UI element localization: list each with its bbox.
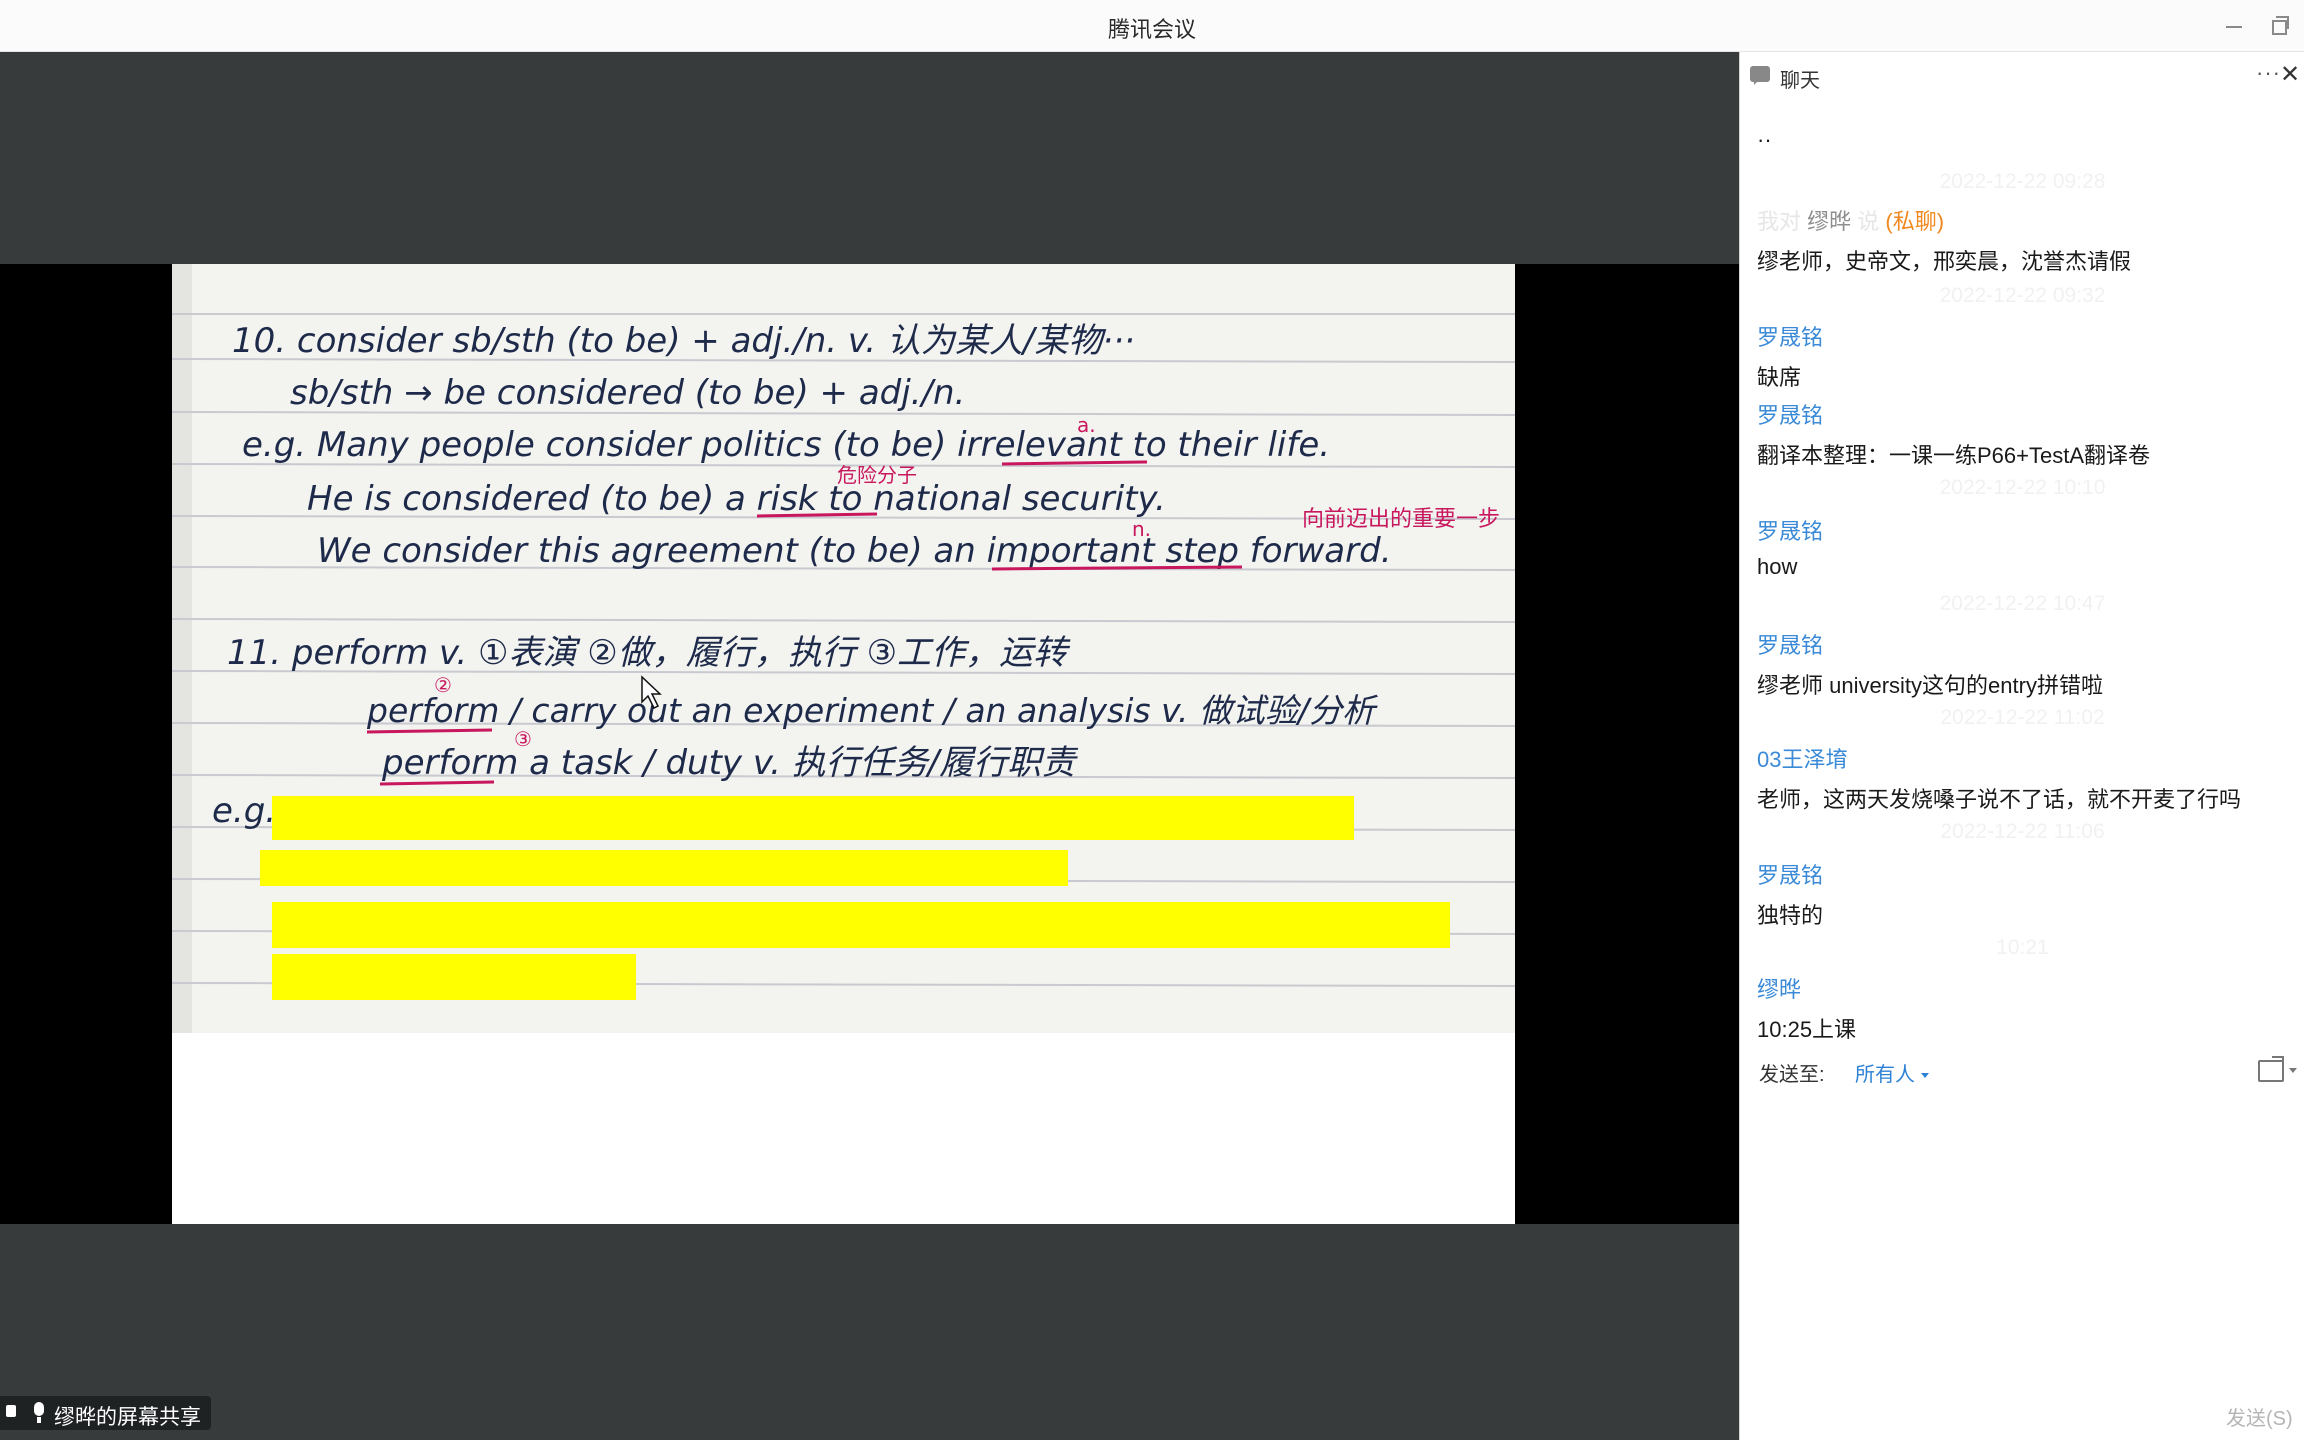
chat-title: 聊天 xyxy=(1780,70,1820,92)
screen-share-stage: 10. consider sb/sth (to be) + adj./n. v.… xyxy=(0,52,1739,1440)
message-text: how xyxy=(1757,554,1798,579)
chat-send-options: 发送至: 所有人 xyxy=(1740,1058,2304,1098)
chat-panel: 聊天 ··· ✕ ·· 2022-12-22 09:28 我对 缪晔 说 (私聊… xyxy=(1739,52,2304,1440)
redaction-highlight xyxy=(260,850,1068,886)
message-text: 缪老师，史帝文，邢奕晨，沈誉杰请假 xyxy=(1757,249,2132,274)
chevron-down-icon[interactable] xyxy=(2289,1068,2297,1073)
screen-share-badge[interactable]: 缪晔的屏幕共享 xyxy=(0,1396,211,1430)
message-sender: 罗晟铭 xyxy=(1757,519,1824,544)
note-line: We consider this agreement (to be) an im… xyxy=(317,531,1392,571)
close-icon[interactable]: ✕ xyxy=(2280,60,2300,89)
message-timestamp: 2022-12-22 09:32 xyxy=(1939,284,2106,307)
private-prefix: 我对 xyxy=(1757,209,1802,234)
private-recipient: 缪晔 xyxy=(1807,209,1852,234)
message-timestamp: 2022-12-22 09:28 xyxy=(1939,170,2106,193)
message-text: 缪老师 university这句的entry拼错啦 xyxy=(1757,673,2103,698)
chat-input[interactable] xyxy=(1740,1104,2304,1404)
restore-icon[interactable] xyxy=(2262,10,2292,40)
message-timestamp: 10:21 xyxy=(1996,936,2049,959)
pen-annotation: 向前迈出的重要一步 xyxy=(1302,507,1500,532)
send-to-dropdown[interactable]: 所有人 xyxy=(1855,1058,1929,1087)
message-sender: 缪晔 xyxy=(1757,977,1802,1002)
note-line: sb/sth → be considered (to be) + adj./n. xyxy=(290,373,965,413)
screen-share-label: 缪晔的屏幕共享 xyxy=(54,1406,201,1429)
message-timestamp: 2022-12-22 11:02 xyxy=(1940,706,2105,729)
message-sender: 罗晟铭 xyxy=(1757,863,1824,888)
message-text: 缺席 xyxy=(1757,365,1802,390)
minimize-icon[interactable] xyxy=(2218,10,2248,40)
pen-annotation: n. xyxy=(1132,517,1151,541)
window-title: 腾讯会议 xyxy=(1107,17,1196,42)
chevron-down-icon xyxy=(1921,1073,1929,1079)
private-verb: 说 xyxy=(1857,209,1880,234)
note-line: e.g. xyxy=(212,791,276,831)
pen-annotation: a. xyxy=(1077,413,1096,437)
message-sender: 罗晟铭 xyxy=(1757,403,1824,428)
note-line: perform a task / duty v. 执行任务/履行职责 xyxy=(381,743,1078,783)
note-line: 11. perform v. ①表演 ②做，履行，执行 ③工作，运转 xyxy=(227,633,1071,673)
title-bar: 腾讯会议 xyxy=(0,0,2304,52)
mic-icon xyxy=(30,1401,48,1423)
message-text: 独特的 xyxy=(1757,903,1824,928)
message-timestamp: 2022-12-22 10:10 xyxy=(1939,476,2106,499)
chat-message-list[interactable]: ·· 2022-12-22 09:28 我对 缪晔 说 (私聊) 缪老师，史帝文… xyxy=(1740,98,2304,1058)
screen-share-icon xyxy=(6,1401,24,1423)
note-line: 10. consider sb/sth (to be) + adj./n. v.… xyxy=(232,321,1135,361)
send-to-label: 发送至: xyxy=(1759,1064,1825,1086)
chat-header: 聊天 ··· ✕ xyxy=(1740,52,2304,98)
file-icon[interactable] xyxy=(2258,1060,2284,1082)
message-sender: 罗晟铭 xyxy=(1757,633,1824,658)
meeting-window: 腾讯会议 10. consider sb/sth (to be) + adj./… xyxy=(0,0,2304,1440)
note-line: e.g. Many people consider politics (to b… xyxy=(242,425,1330,465)
note-line: He is considered (to be) a risk to natio… xyxy=(307,479,1166,519)
message-text: 10:25上课 xyxy=(1757,1017,1857,1042)
chat-icon xyxy=(1750,66,1770,85)
note-line: perform / carry out an experiment / an a… xyxy=(366,691,1379,730)
pen-annotation: ② xyxy=(434,673,452,697)
pen-annotation: ③ xyxy=(514,727,532,751)
partial-message: ·· xyxy=(1757,136,1787,146)
message-timestamp: 2022-12-22 10:47 xyxy=(1939,592,2106,615)
private-message-header: 我对 缪晔 说 (私聊) xyxy=(1757,204,1944,236)
message-text: 老师，这两天发烧嗓子说不了话，就不开麦了行吗 xyxy=(1757,787,2242,812)
message-timestamp: 2022-12-22 11:06 xyxy=(1940,820,2105,843)
message-sender: 03王泽堉 xyxy=(1757,747,1848,772)
message-text: 翻译本整理：一课一练P66+TestA翻译卷 xyxy=(1757,443,2151,468)
redaction-highlight xyxy=(272,954,636,1000)
more-icon[interactable]: ··· xyxy=(2256,60,2281,86)
notebook-photo: 10. consider sb/sth (to be) + adj./n. v.… xyxy=(172,264,1515,1033)
redaction-highlight xyxy=(272,796,1354,840)
message-sender: 罗晟铭 xyxy=(1757,325,1824,350)
shared-document: 10. consider sb/sth (to be) + adj./n. v.… xyxy=(172,264,1515,1224)
send-button[interactable]: 发送(S) xyxy=(2226,1402,2293,1431)
pen-annotation: 危险分子 xyxy=(837,463,917,487)
redaction-highlight xyxy=(272,902,1450,948)
send-to-value: 所有人 xyxy=(1855,1064,1915,1086)
private-tag: (私聊) xyxy=(1885,209,1945,234)
